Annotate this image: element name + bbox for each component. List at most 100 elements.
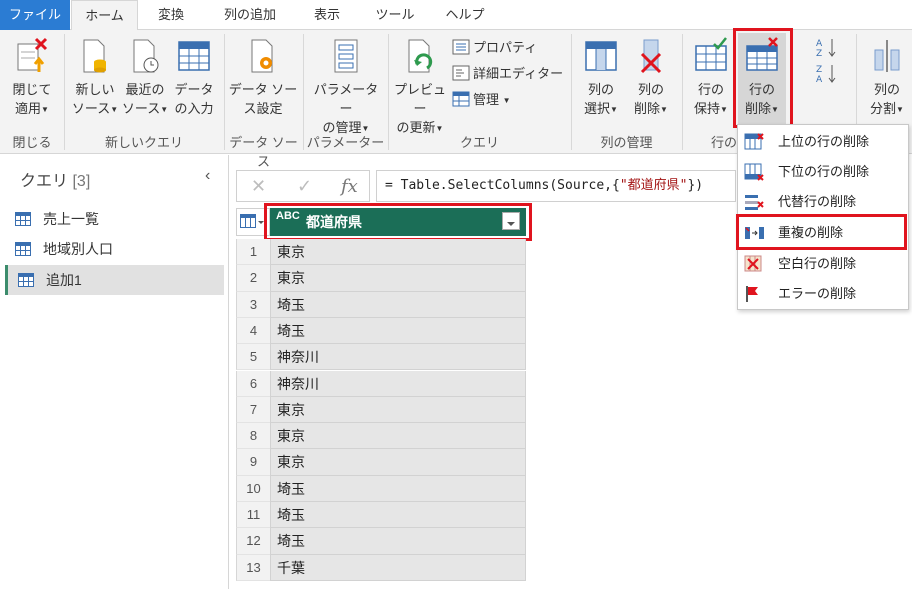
data-source-settings-button[interactable]: データ ソー ス設定 — [228, 36, 298, 118]
row-number[interactable]: 1 — [236, 239, 270, 266]
fx-icon[interactable]: fx — [341, 176, 358, 197]
formula-input[interactable]: = Table.SelectColumns(Source,{"都道府県"}) — [376, 170, 736, 202]
tab-help[interactable]: ヘルプ — [432, 0, 498, 30]
tab-file[interactable]: ファイル — [0, 0, 70, 30]
table-cell[interactable]: 埼玉 — [270, 475, 526, 502]
menu-item-remove-bottom-rows[interactable]: 下位の行の削除 — [738, 157, 908, 187]
tab-add-column[interactable]: 列の追加 — [208, 0, 292, 30]
sort-descending-button[interactable]: ZA — [812, 62, 842, 89]
table-row: 5 神奈川 — [236, 344, 526, 371]
split-column-button[interactable]: 列の 分割▼ — [862, 36, 912, 119]
group-label-new-query: 新しいクエリ — [104, 135, 183, 150]
row-number[interactable]: 6 — [236, 370, 270, 397]
table-menu-button[interactable] — [236, 208, 270, 236]
cancel-icon[interactable]: ✕ — [251, 176, 266, 197]
row-number[interactable]: 5 — [236, 344, 270, 371]
advanced-editor-label: 詳細エディター — [473, 66, 564, 81]
close-apply-button[interactable]: 閉じて 適用▼ — [6, 36, 58, 119]
choose-columns-icon — [585, 41, 617, 71]
query-item-sales[interactable]: 売上一覧 — [5, 204, 224, 234]
menu-item-remove-errors[interactable]: エラーの削除 — [738, 279, 908, 309]
new-source-label-2: ソース — [71, 101, 111, 116]
table-cell[interactable]: 千葉 — [270, 554, 526, 581]
enter-data-button[interactable]: データ の入力 — [170, 36, 218, 118]
recent-source-button[interactable]: 最近の ソース▼ — [120, 36, 170, 119]
menu-item-label: 下位の行の削除 — [778, 164, 870, 179]
table-cell[interactable]: 東京 — [270, 239, 526, 266]
menu-item-remove-blank-rows[interactable]: 空白行の削除 — [738, 249, 908, 279]
tab-tools[interactable]: ツール — [362, 0, 428, 30]
manage-button[interactable]: 管理 ▼ — [452, 90, 511, 111]
table-menu-icon — [240, 214, 264, 228]
remove-errors-icon — [746, 286, 758, 302]
remove-rows-icon — [746, 37, 778, 71]
split-column-label-1: 列の — [873, 82, 900, 97]
row-number[interactable]: 10 — [236, 475, 270, 502]
table-row: 3 埼玉 — [236, 291, 526, 318]
menu-item-remove-alternate-rows[interactable]: 代替行の削除 — [738, 187, 908, 217]
row-number[interactable]: 12 — [236, 528, 270, 555]
sort-descending-icon: ZA — [816, 65, 836, 85]
check-icon[interactable]: ✓ — [297, 176, 312, 197]
refresh-preview-button[interactable]: プレビュー の更新▼ — [392, 36, 448, 138]
properties-icon — [452, 39, 470, 55]
tab-home[interactable]: ホーム — [71, 0, 138, 31]
table-cell[interactable]: 埼玉 — [270, 502, 526, 529]
sort-ascending-button[interactable]: AZ — [812, 36, 842, 63]
tab-transform[interactable]: 変換 — [140, 0, 202, 30]
new-source-button[interactable]: 新しい ソース▼ — [70, 36, 120, 119]
column-header[interactable]: ABC 都道府県 — [270, 208, 526, 236]
formula-text-prefix: = Table.SelectColumns(Source,{ — [385, 178, 620, 193]
table-cell[interactable]: 神奈川 — [270, 370, 526, 397]
remove-alternate-rows-icon — [745, 195, 764, 210]
text-type-icon[interactable]: ABC — [276, 211, 300, 222]
query-item-append1[interactable]: 追加1 — [5, 265, 224, 295]
queries-pane-title: クエリ [3] — [20, 167, 90, 191]
table-cell[interactable]: 埼玉 — [270, 291, 526, 318]
table-cell[interactable]: 埼玉 — [270, 317, 526, 345]
advanced-editor-button[interactable]: 詳細エディター — [452, 64, 563, 84]
choose-columns-label-2: 選択 — [584, 101, 611, 116]
row-number[interactable]: 11 — [236, 502, 270, 529]
tab-view[interactable]: 表示 — [296, 0, 358, 30]
properties-button[interactable]: プロパティ — [452, 38, 537, 58]
menu-item-remove-top-rows[interactable]: 上位の行の削除 — [738, 127, 908, 157]
row-number[interactable]: 2 — [236, 265, 270, 292]
menu-item-label: エラーの削除 — [778, 286, 857, 301]
table-cell[interactable]: 東京 — [270, 423, 526, 450]
row-number[interactable]: 3 — [236, 291, 270, 318]
table-cell[interactable]: 東京 — [270, 265, 526, 292]
remove-duplicates-icon — [745, 227, 764, 239]
manage-parameters-button[interactable]: パラメーター の管理▼ — [308, 36, 384, 138]
keep-rows-label-1: 行の — [697, 82, 724, 97]
table-cell[interactable]: 埼玉 — [270, 528, 526, 555]
properties-label: プロパティ — [473, 40, 538, 55]
row-number[interactable]: 4 — [236, 317, 270, 345]
query-item-population[interactable]: 地域別人口 — [5, 234, 224, 264]
table-row: 11 埼玉 — [236, 502, 526, 529]
svg-text:A: A — [816, 39, 823, 49]
table-cell[interactable]: 神奈川 — [270, 344, 526, 371]
remove-rows-button[interactable]: 行の 削除▼ — [738, 33, 786, 125]
remove-columns-button[interactable]: 列の 削除▼ — [626, 36, 676, 119]
close-apply-label-2: 適用 — [15, 101, 42, 116]
recent-source-icon — [133, 39, 159, 73]
keep-rows-button[interactable]: 行の 保持▼ — [686, 36, 736, 119]
table-cell[interactable]: 東京 — [270, 449, 526, 476]
choose-columns-button[interactable]: 列の 選択▼ — [576, 36, 626, 119]
close-apply-label-1: 閉じて — [12, 82, 52, 97]
column-filter-button[interactable] — [502, 212, 520, 230]
row-number[interactable]: 9 — [236, 449, 270, 476]
group-label-query: クエリ — [459, 135, 499, 150]
refresh-icon — [408, 39, 433, 73]
collapse-pane-icon[interactable]: ‹ — [205, 167, 210, 185]
row-number[interactable]: 13 — [236, 554, 270, 581]
table-cell[interactable]: 東京 — [270, 396, 526, 424]
queries-pane: クエリ [3] ‹ 売上一覧 地域別人口 追加1 — [0, 155, 229, 589]
query-item-label: 地域別人口 — [43, 241, 113, 257]
row-number[interactable]: 7 — [236, 396, 270, 424]
menu-item-label: 空白行の削除 — [778, 256, 857, 271]
choose-columns-label-1: 列の — [587, 82, 614, 97]
row-number[interactable]: 8 — [236, 423, 270, 450]
menu-item-remove-duplicates[interactable]: 重複の削除 — [738, 218, 908, 248]
